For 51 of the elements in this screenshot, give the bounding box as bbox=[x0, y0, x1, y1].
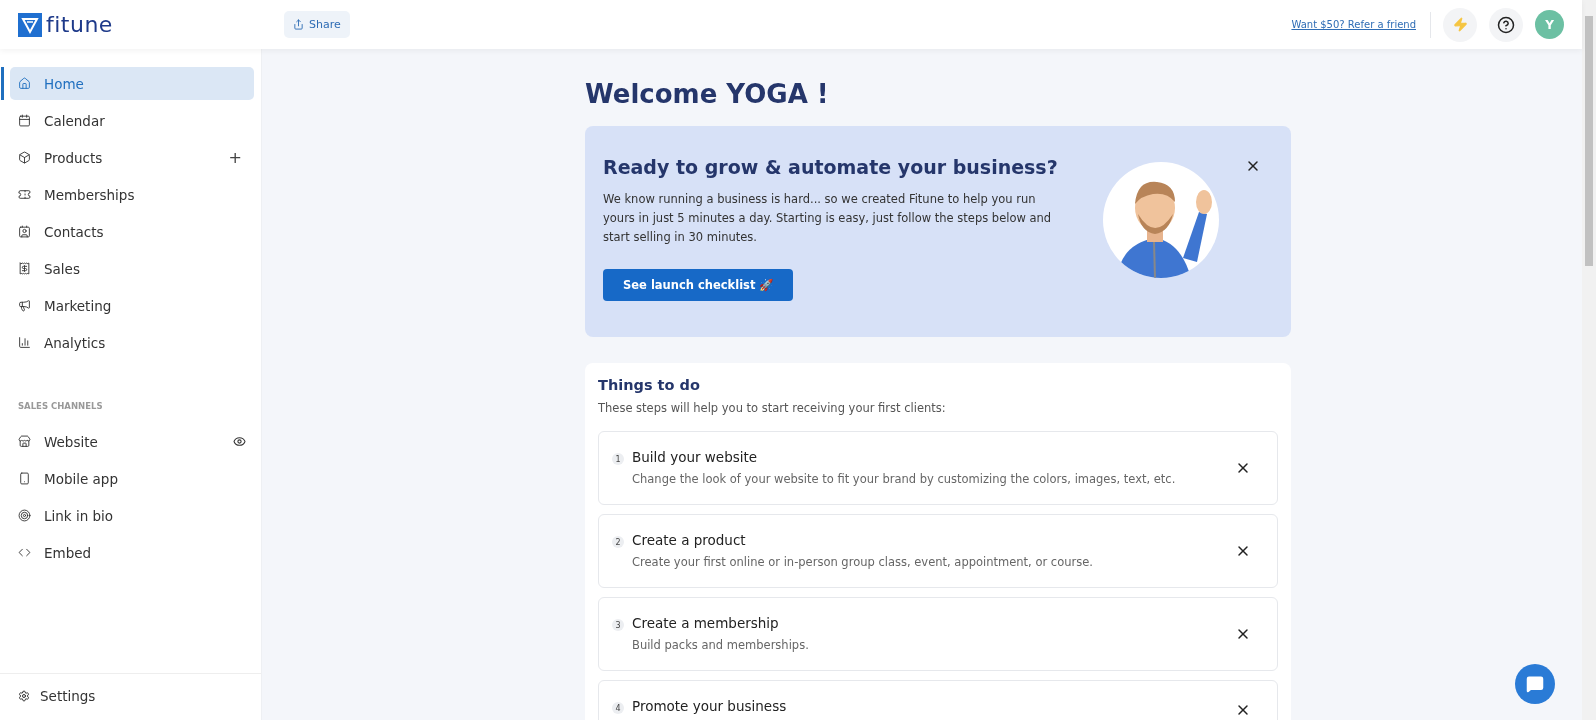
calendar-icon bbox=[18, 114, 31, 127]
eye-icon[interactable] bbox=[233, 435, 246, 448]
chat-button[interactable] bbox=[1515, 664, 1555, 704]
step-number: 2 bbox=[612, 536, 624, 548]
step-description: Change the look of your website to fit your brand by customizing the colors, images, text, etc. bbox=[632, 472, 1177, 486]
box-icon bbox=[18, 151, 31, 164]
step-title: Promote your business bbox=[632, 698, 788, 714]
step-number: 1 bbox=[612, 453, 624, 465]
close-icon bbox=[1245, 158, 1261, 174]
card-subtitle: These steps will help you to start receiving your first clients: bbox=[598, 401, 947, 415]
scrollbar[interactable] bbox=[1582, 0, 1596, 720]
step-number: 3 bbox=[612, 619, 624, 631]
settings-item[interactable]: Settings bbox=[0, 673, 261, 720]
step-title: Build your website bbox=[632, 449, 759, 465]
step-item[interactable]: 1 Build your website Change the look of your website to fit your brand by customizing the colors, images, text, etc. bbox=[598, 431, 1278, 505]
banner-title: Ready to grow & automate your business? bbox=[603, 156, 1059, 178]
section-title: SALES CHANNELS bbox=[18, 401, 104, 411]
share-button[interactable]: Share bbox=[284, 11, 350, 38]
target-icon bbox=[18, 509, 31, 522]
contacts-icon bbox=[18, 225, 31, 238]
settings-icon bbox=[18, 690, 30, 702]
step-item[interactable]: 3 Create a membership Build packs and memberships. bbox=[598, 597, 1278, 671]
home-icon bbox=[18, 77, 31, 90]
step-item[interactable]: 2 Create a product Create your first online or in-person group class, event, appointment, or course. bbox=[598, 514, 1278, 588]
help-button[interactable] bbox=[1489, 7, 1523, 42]
share-icon bbox=[293, 19, 304, 30]
bar-chart-icon bbox=[18, 336, 31, 349]
card-title: Things to do bbox=[598, 377, 701, 393]
checklist-button[interactable]: See launch checklist 🚀 bbox=[603, 269, 794, 301]
code-icon bbox=[18, 546, 31, 559]
logo-icon bbox=[18, 12, 42, 37]
receipt-icon bbox=[18, 262, 31, 275]
store-icon bbox=[18, 435, 31, 448]
lightning-icon bbox=[1452, 17, 1468, 32]
page-title: Welcome YOGA ! bbox=[585, 79, 830, 109]
step-description: Build packs and memberships. bbox=[632, 638, 810, 652]
step-item[interactable]: 4 Promote your business bbox=[598, 680, 1278, 720]
step-title: Create a membership bbox=[632, 615, 780, 631]
step-title: Create a product bbox=[632, 532, 747, 548]
megaphone-icon bbox=[18, 299, 31, 312]
banner-text: We know running a business is hard... so we created Fitune to help you run yours in just 5 minutes a day. Starting is easy, just follow the steps below and start selling in 30 minutes. bbox=[603, 191, 1053, 246]
add-button[interactable]: + bbox=[228, 148, 242, 167]
help-icon bbox=[1497, 15, 1515, 34]
chat-icon bbox=[1526, 675, 1544, 693]
referral-link[interactable]: Want $50? Refer a friend bbox=[1291, 19, 1416, 30]
ticket-icon bbox=[18, 188, 31, 201]
logo-text: fitune bbox=[46, 12, 113, 37]
phone-icon bbox=[18, 472, 31, 485]
scroll-thumb[interactable] bbox=[1585, 16, 1593, 266]
step-number: 4 bbox=[612, 702, 624, 714]
step-description: Create your first online or in-person group class, event, appointment, or course. bbox=[632, 555, 1094, 569]
